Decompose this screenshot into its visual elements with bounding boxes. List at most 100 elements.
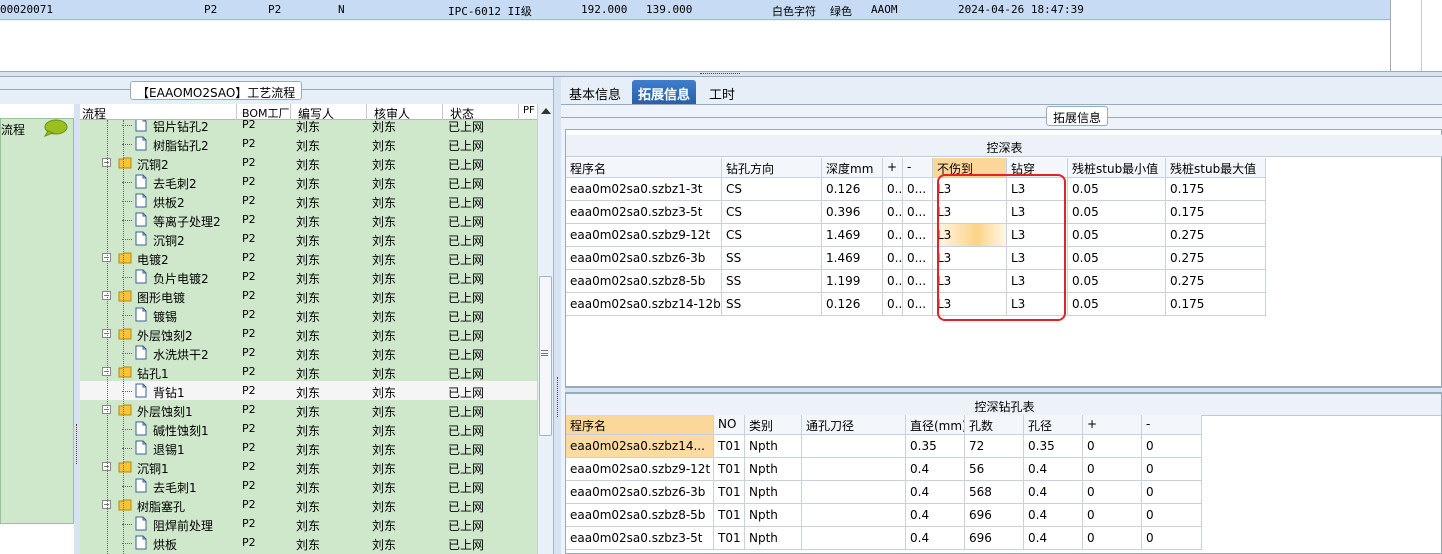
top-grid-row[interactable]: 00020071 P2 P2 N IPC-6012 II级 192.000 13… (0, 0, 1390, 20)
nav-item-process[interactable]: 流程 (0, 118, 74, 524)
depth_table-header-cell[interactable]: + (883, 158, 903, 178)
depth_table-cell[interactable]: SS (722, 270, 822, 293)
depth_table-cell[interactable]: eaa0m02sa0.szbz3-5t (566, 201, 722, 224)
depth_table-cell[interactable]: SS (722, 293, 822, 316)
hole_table-cell[interactable]: 0.4 (1024, 481, 1083, 504)
hole_table-cell[interactable]: 696 (965, 504, 1024, 527)
depth_table-cell[interactable]: eaa0m02sa0.szbz14-12b (566, 293, 722, 316)
hole_table-header-cell[interactable]: 孔径 (1024, 415, 1083, 435)
tree-row[interactable]: − 外层蚀刻1 P2 刘东 刘东 已上网 (80, 400, 537, 419)
depth_table-cell[interactable]: 0.275 (1166, 270, 1266, 293)
depth_table-cell[interactable]: 1.199 (822, 270, 883, 293)
hole_table-cell[interactable]: 0 (1142, 527, 1202, 550)
depth_table-header-cell[interactable]: 深度mm (822, 158, 883, 178)
depth_table-cell[interactable]: 0... (903, 270, 933, 293)
depth_table-cell[interactable]: 0.05 (1068, 247, 1166, 270)
depth_table-cell[interactable]: eaa0m02sa0.szbz9-12t (566, 224, 722, 247)
hole_table-cell[interactable]: 0.4 (906, 481, 965, 504)
depth_table-cell[interactable]: 0... (903, 178, 933, 201)
tree-row[interactable]: − 树脂塞孔 P2 刘东 刘东 已上网 (80, 495, 537, 514)
tree-row[interactable]: 铝片钻孔2 P2 刘东 刘东 已上网 (80, 120, 537, 134)
depth_table-cell[interactable]: 0.396 (822, 201, 883, 224)
tree-header-factory[interactable]: BOM工厂 (242, 105, 290, 121)
depth_table-cell[interactable]: 0.275 (1166, 224, 1266, 247)
tab-basic-info[interactable]: 基本信息 (563, 80, 627, 104)
hole_table-cell[interactable]: 0 (1142, 481, 1202, 504)
hole_table-cell[interactable] (802, 435, 906, 458)
depth_table-cell[interactable]: eaa0m02sa0.szbz1-3t (566, 178, 722, 201)
depth_table-cell[interactable]: 1.469 (822, 247, 883, 270)
depth_table-cell[interactable]: eaa0m02sa0.szbz6-3b (566, 247, 722, 270)
hole_table-header-cell[interactable]: 类别 (745, 415, 802, 435)
hole_table-cell[interactable]: 0.35 (1024, 435, 1083, 458)
depth_table-cell[interactable]: 0.175 (1166, 201, 1266, 224)
tree-row[interactable]: 负片电镀2 P2 刘东 刘东 已上网 (80, 267, 537, 286)
hole_table-header-cell[interactable]: 程序名 (566, 415, 714, 435)
tree-row[interactable]: − 外层蚀刻2 P2 刘东 刘东 已上网 (80, 324, 537, 343)
depth_table-header-cell[interactable]: 残桩stub最大值 (1166, 158, 1266, 178)
hole_table-cell[interactable]: 0.4 (1024, 504, 1083, 527)
depth_table-cell[interactable]: 1.469 (822, 224, 883, 247)
hole_table-cell[interactable]: 0 (1083, 435, 1142, 458)
hole_table-cell[interactable]: 0.4 (1024, 527, 1083, 550)
depth_table-cell[interactable]: CS (722, 201, 822, 224)
hole_table-cell[interactable]: eaa0m02sa0.szbz14... (566, 435, 714, 458)
hole_table-cell[interactable]: T01 (714, 504, 745, 527)
tab-work-hours[interactable]: 工时 (703, 80, 741, 104)
depth_table-cell[interactable]: 0.175 (1166, 178, 1266, 201)
depth_table-cell[interactable]: 0.05 (1068, 224, 1166, 247)
hole_table-cell[interactable]: eaa0m02sa0.szbz6-3b (566, 481, 714, 504)
depth_table-cell[interactable]: CS (722, 178, 822, 201)
hole_table-cell[interactable]: 0.4 (906, 504, 965, 527)
hole_table-cell[interactable]: 0.35 (906, 435, 965, 458)
depth_table-cell[interactable]: 0... (903, 293, 933, 316)
depth_table-cell[interactable]: 0.126 (822, 178, 883, 201)
depth_table-cell[interactable]: 0... (883, 178, 903, 201)
hole_table-header-cell[interactable]: + (1083, 415, 1142, 435)
hole_table-cell[interactable]: 0.4 (906, 527, 965, 550)
tree-row[interactable]: 等离子处理2 P2 刘东 刘东 已上网 (80, 210, 537, 229)
hole_table-header-cell[interactable]: NO (714, 415, 745, 435)
depth_table-cell[interactable]: 0... (883, 201, 903, 224)
tree-row[interactable]: 镀锡 P2 刘东 刘东 已上网 (80, 305, 537, 324)
depth_table-header-cell[interactable]: - (903, 158, 933, 178)
tree-row[interactable]: 阻焊前处理 P2 刘东 刘东 已上网 (80, 514, 537, 533)
tree-row[interactable]: 去毛刺1 P2 刘东 刘东 已上网 (80, 476, 537, 495)
hole_table-cell[interactable]: 0.4 (906, 458, 965, 481)
hole_table-cell[interactable]: 0 (1083, 458, 1142, 481)
hole_table-cell[interactable]: 56 (965, 458, 1024, 481)
tree-row[interactable]: 烘板 P2 刘东 刘东 已上网 (80, 533, 537, 552)
depth_table-cell[interactable]: 0... (903, 201, 933, 224)
hole_table-cell[interactable]: Npth (745, 435, 802, 458)
hole_table-cell[interactable] (802, 458, 906, 481)
hole_table-cell[interactable]: T01 (714, 458, 745, 481)
tree-row[interactable]: 水洗烘干2 P2 刘东 刘东 已上网 (80, 343, 537, 362)
tree-row[interactable]: 退锡1 P2 刘东 刘东 已上网 (80, 438, 537, 457)
depth_table-cell[interactable]: 0.05 (1068, 201, 1166, 224)
hole_table-cell[interactable]: 72 (965, 435, 1024, 458)
hole_table-cell[interactable]: 0 (1083, 504, 1142, 527)
scroll-thumb[interactable] (539, 276, 552, 436)
depth_table-header-cell[interactable]: 程序名 (566, 158, 722, 178)
hole_table-cell[interactable]: 0.4 (1024, 458, 1083, 481)
hole_table-cell[interactable]: eaa0m02sa0.szbz8-5b (566, 504, 714, 527)
tab-extended-info[interactable]: 拓展信息 (632, 80, 697, 104)
hole_table-cell[interactable] (802, 481, 906, 504)
tree-row[interactable]: 烘板2 P2 刘东 刘东 已上网 (80, 191, 537, 210)
tree-row[interactable]: − 沉铜1 P2 刘东 刘东 已上网 (80, 457, 537, 476)
tree-row[interactable]: − 沉铜2 P2 刘东 刘东 已上网 (80, 153, 537, 172)
tree-row[interactable]: 树脂钻孔2 P2 刘东 刘东 已上网 (80, 134, 537, 153)
hole_table-cell[interactable] (802, 527, 906, 550)
depth_table-cell[interactable]: 0... (903, 247, 933, 270)
hole_table-cell[interactable]: 568 (965, 481, 1024, 504)
depth_table-cell[interactable]: 0.126 (822, 293, 883, 316)
hole_table-cell[interactable] (802, 504, 906, 527)
tree-row[interactable]: 去毛刺2 P2 刘东 刘东 已上网 (80, 172, 537, 191)
depth_table-cell[interactable]: CS (722, 224, 822, 247)
middle-splitter[interactable] (553, 77, 561, 554)
depth_table-cell[interactable]: 0... (903, 224, 933, 247)
hole_table-cell[interactable]: Npth (745, 527, 802, 550)
hole_table-cell[interactable]: 0 (1083, 527, 1142, 550)
hole_table-cell[interactable]: 0 (1083, 481, 1142, 504)
hole_table-header-cell[interactable]: - (1142, 415, 1202, 435)
